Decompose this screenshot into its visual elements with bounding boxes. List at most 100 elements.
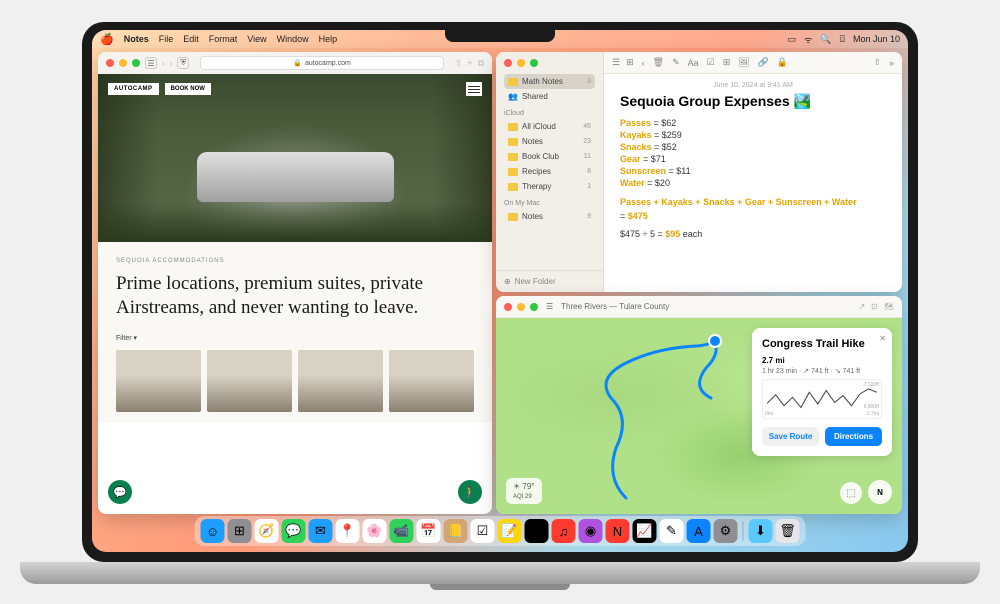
- shared-icon: 👥: [508, 92, 518, 101]
- dock-stocks-icon[interactable]: 📈: [633, 519, 657, 543]
- menu-edit[interactable]: Edit: [183, 34, 199, 44]
- dock-reminders-icon[interactable]: ☑: [471, 519, 495, 543]
- directions-button[interactable]: Directions: [825, 427, 882, 446]
- map-canvas[interactable]: ✕ Congress Trail Hike 2.7 mi 1 hr 23 min…: [496, 318, 902, 514]
- back-icon[interactable]: ‹: [162, 59, 165, 68]
- dock-contacts-icon[interactable]: 📒: [444, 519, 468, 543]
- view-list-icon[interactable]: ☰: [612, 57, 620, 68]
- listing-thumb[interactable]: [389, 350, 474, 412]
- folder-math-notes[interactable]: Math Notes 3: [504, 74, 595, 89]
- dock-mail-icon[interactable]: ✉: [309, 519, 333, 543]
- menu-format[interactable]: Format: [209, 34, 238, 44]
- close-icon[interactable]: ✕: [879, 334, 886, 343]
- apple-menu[interactable]: 🍎: [100, 33, 114, 46]
- more-icon[interactable]: »: [889, 58, 894, 68]
- link-icon[interactable]: 🔗: [758, 57, 769, 68]
- dock-notes-icon[interactable]: 📝: [498, 519, 522, 543]
- dock-podcasts-icon[interactable]: ◉: [579, 519, 603, 543]
- tabs-icon[interactable]: ⧉: [478, 58, 484, 69]
- dock-facetime-icon[interactable]: 📹: [390, 519, 414, 543]
- format-icon[interactable]: Aa: [688, 58, 699, 68]
- site-logo[interactable]: AUTOCAMP: [108, 83, 159, 95]
- app-menu[interactable]: Notes: [124, 34, 149, 44]
- menu-window[interactable]: Window: [277, 34, 309, 44]
- map-3d-button[interactable]: ⬚: [840, 482, 862, 504]
- close-button[interactable]: [504, 303, 512, 311]
- close-button[interactable]: [106, 59, 114, 67]
- dock-appstore-icon[interactable]: A: [687, 519, 711, 543]
- folder-item[interactable]: Recipes8: [504, 164, 595, 179]
- dock-downloads-icon[interactable]: ⬇: [749, 519, 773, 543]
- menubar-date[interactable]: Mon Jun 10: [853, 34, 900, 44]
- folder-item[interactable]: Therapy1: [504, 179, 595, 194]
- dock-launchpad-icon[interactable]: ⊞: [228, 519, 252, 543]
- back-icon[interactable]: ‹: [642, 58, 645, 68]
- forward-icon[interactable]: ›: [170, 59, 173, 68]
- spotlight-icon[interactable]: 🔍: [820, 34, 831, 45]
- weather-widget[interactable]: ☀ 79° AQI 29: [506, 478, 542, 504]
- listing-thumb[interactable]: [116, 350, 201, 412]
- zoom-button[interactable]: [530, 303, 538, 311]
- checklist-icon[interactable]: ☑: [707, 57, 715, 68]
- menu-icon[interactable]: [466, 82, 482, 96]
- chat-fab[interactable]: 💬: [108, 480, 132, 504]
- folder-icon: [508, 123, 518, 131]
- menu-file[interactable]: File: [159, 34, 174, 44]
- dock-safari-icon[interactable]: 🧭: [255, 519, 279, 543]
- lock-icon[interactable]: 🔒: [777, 57, 788, 68]
- listing-thumb[interactable]: [298, 350, 383, 412]
- zoom-button[interactable]: [132, 59, 140, 67]
- dock-maps-icon[interactable]: 📍: [336, 519, 360, 543]
- dock-tv-icon[interactable]: tv: [525, 519, 549, 543]
- sidebar-icon[interactable]: ☰: [546, 302, 553, 311]
- map-mode-icon[interactable]: 🗺: [884, 302, 894, 311]
- share-icon[interactable]: ⇧: [873, 57, 881, 68]
- folder-item[interactable]: Notes9: [504, 209, 595, 224]
- zoom-button[interactable]: [530, 59, 538, 67]
- dock-photos-icon[interactable]: 🌸: [363, 519, 387, 543]
- dock-music-icon[interactable]: ♫: [552, 519, 576, 543]
- folder-shared[interactable]: 👥 Shared: [504, 89, 595, 104]
- compose-icon[interactable]: ✎: [672, 57, 680, 68]
- address-bar[interactable]: 🔒autocamp.com: [200, 56, 443, 70]
- minimize-button[interactable]: [119, 59, 127, 67]
- minimize-button[interactable]: [517, 303, 525, 311]
- sidebar-icon[interactable]: ☰: [145, 57, 157, 69]
- view-grid-icon[interactable]: ⊞: [626, 57, 634, 68]
- share-icon[interactable]: ⇧: [455, 58, 463, 69]
- dock-finder-icon[interactable]: ☺: [201, 519, 225, 543]
- wifi-icon[interactable]: ᯤ: [804, 33, 812, 46]
- accessibility-fab[interactable]: 🚶: [458, 480, 482, 504]
- book-now-button[interactable]: BOOK NOW: [165, 83, 211, 95]
- menu-view[interactable]: View: [247, 34, 266, 44]
- map-pin[interactable]: [708, 334, 722, 348]
- close-button[interactable]: [504, 59, 512, 67]
- dock-news-icon[interactable]: N: [606, 519, 630, 543]
- minimize-button[interactable]: [517, 59, 525, 67]
- folder-item[interactable]: All iCloud46: [504, 119, 595, 134]
- battery-icon[interactable]: ▭: [788, 34, 797, 45]
- media-icon[interactable]: 🖼: [738, 57, 749, 68]
- shield-icon[interactable]: ⛨: [177, 57, 189, 69]
- dock-calendar-icon[interactable]: 📅: [417, 519, 441, 543]
- folder-item[interactable]: Notes23: [504, 134, 595, 149]
- new-folder-button[interactable]: ⊕ New Folder: [496, 270, 603, 292]
- safari-window: ☰ ‹ › ⛨ 🔒autocamp.com ⇧ + ⧉ AUTOCAMP: [98, 52, 492, 514]
- save-route-button[interactable]: Save Route: [762, 427, 819, 446]
- dock-trash-icon[interactable]: 🗑: [776, 519, 800, 543]
- view-icon[interactable]: ⊡: [871, 302, 878, 311]
- note-content[interactable]: June 10, 2024 at 9:41 AM Sequoia Group E…: [604, 74, 902, 292]
- dock-messages-icon[interactable]: 💬: [282, 519, 306, 543]
- dock-settings-icon[interactable]: ⚙: [714, 519, 738, 543]
- menu-help[interactable]: Help: [319, 34, 338, 44]
- new-tab-icon[interactable]: +: [467, 58, 472, 68]
- listing-thumb[interactable]: [207, 350, 292, 412]
- compass-button[interactable]: N: [868, 480, 892, 504]
- trash-icon[interactable]: 🗑: [653, 57, 664, 68]
- folder-item[interactable]: Book Club11: [504, 149, 595, 164]
- route-icon[interactable]: ↗: [858, 302, 865, 311]
- dock-freeform-icon[interactable]: ✎: [660, 519, 684, 543]
- filter-dropdown[interactable]: Filter ▾: [116, 334, 474, 342]
- control-center-icon[interactable]: ⌼: [840, 34, 845, 45]
- table-icon[interactable]: ⊞: [723, 57, 731, 68]
